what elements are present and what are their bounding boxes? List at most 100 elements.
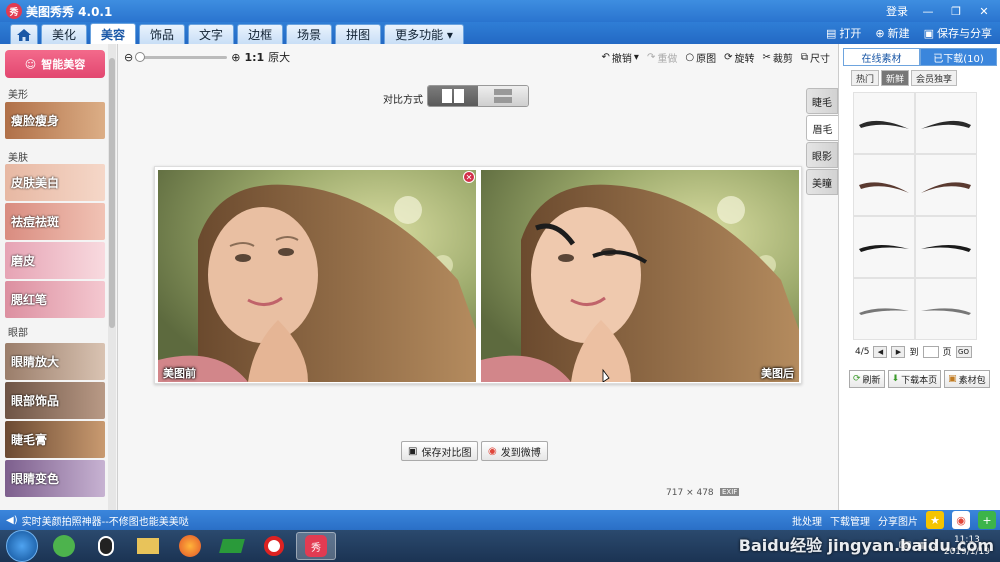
tab-collage[interactable]: 拼图 [335, 24, 382, 44]
left-scrollbar-thumb[interactable] [109, 58, 115, 328]
close-button[interactable]: ✕ [976, 5, 992, 18]
taskbar-recorder-icon[interactable] [254, 532, 294, 560]
redo-icon: ↷ [646, 51, 656, 63]
download-manager-button[interactable]: 下载管理 [830, 513, 870, 528]
material-actions: ⟳ 刷新 ⬇ 下载本页 ▣ 素材包 [849, 370, 990, 388]
share-image-button[interactable]: 分享图片 [878, 513, 918, 528]
zoom-slider[interactable] [135, 51, 228, 62]
subtab-members[interactable]: 会员独享 [911, 70, 958, 86]
new-button[interactable]: ⊕ 新建 [875, 25, 909, 41]
original-size-button[interactable]: 原大 [268, 49, 290, 65]
taskbar-qq-icon[interactable] [86, 532, 126, 560]
tab-more[interactable]: 更多功能 ▾ [384, 24, 464, 44]
login-link[interactable]: 登录 [886, 3, 908, 19]
smart-beauty-button[interactable]: ☺ 智能美容 [5, 50, 105, 78]
tab-border[interactable]: 边框 [237, 24, 284, 44]
section-label-shape: 美形 [8, 90, 28, 101]
tab-beautify[interactable]: 美化 [41, 24, 88, 44]
eyebrow-item[interactable] [853, 278, 915, 340]
eyebrow-item[interactable] [915, 154, 977, 216]
tab-online-materials[interactable]: 在线素材 [843, 48, 920, 66]
tab-decorations[interactable]: 饰品 [139, 24, 186, 44]
close-compare-icon[interactable]: ✕ [463, 171, 475, 183]
status-tip[interactable]: 实时美颜拍照神器--不修图也能美美哒 [22, 513, 189, 528]
compare-side-by-side-button[interactable] [428, 86, 478, 106]
feature-skin-whiten[interactable]: 皮肤美白 [5, 164, 105, 201]
side-tab-eyelash[interactable]: 睫毛 [806, 88, 838, 114]
original-button[interactable]: ○ 原图 [685, 50, 716, 65]
weibo-icon[interactable]: ◉ [952, 511, 970, 529]
side-tab-eyeshadow[interactable]: 眼影 [806, 142, 838, 168]
subtab-hot[interactable]: 热门 [851, 70, 880, 86]
split-vertical-icon [442, 89, 464, 103]
batch-process-button[interactable]: 批处理 [792, 513, 822, 528]
eyebrow-item[interactable] [853, 216, 915, 278]
tab-text[interactable]: 文字 [188, 24, 235, 44]
feature-blush[interactable]: 腮红笔 [5, 281, 105, 318]
zoom-in-icon[interactable]: ⊕ [231, 51, 240, 64]
zoom-out-icon[interactable]: ⊖ [124, 51, 133, 64]
before-label: 美图前 [163, 367, 196, 380]
eyebrow-shape-icon [859, 245, 909, 252]
tab-home[interactable] [10, 24, 38, 44]
eyebrow-item[interactable] [853, 154, 915, 216]
feature-eye-color[interactable]: 眼睛变色 [5, 460, 105, 497]
post-weibo-button[interactable]: ◉ 发到微博 [481, 441, 548, 461]
next-page-button[interactable]: ▶ [891, 345, 906, 358]
eyebrow-shape-icon [921, 308, 971, 315]
star-icon[interactable]: ★ [926, 511, 944, 529]
feature-mascara[interactable]: 睫毛膏 [5, 421, 105, 458]
side-tab-eyebrow[interactable]: 眉毛 [806, 115, 838, 141]
tab-scene[interactable]: 场景 [286, 24, 333, 44]
undo-button[interactable]: ↶ 撤销 ▾ [602, 50, 639, 65]
rotate-button[interactable]: ⟳ 旋转 [724, 50, 754, 65]
taskbar-folder-icon[interactable] [128, 532, 168, 560]
save-compare-button[interactable]: ▣ 保存对比图 [401, 441, 479, 461]
prev-page-button[interactable]: ◀ [873, 345, 888, 358]
taskbar-media-icon[interactable] [212, 532, 252, 560]
compare-photo-frame: 美图前 ✕ 美图后 [154, 166, 802, 384]
after-photo: 美图后 [481, 170, 799, 382]
package-icon: ▣ [948, 374, 957, 384]
save-share-button[interactable]: ▣ 保存与分享 [924, 25, 992, 41]
refresh-button[interactable]: ⟳ 刷新 [849, 370, 885, 388]
canvas-toolbar: ⊖ ⊕ 1:1 原大 ↶ 撤销 ▾ ↷ 重做 ○ 原图 ⟳ 旋转 ✂ 裁剪 ⧉ 尺寸 [118, 44, 838, 70]
taskbar-meitu-icon[interactable]: 秀 [296, 532, 336, 560]
tab-beauty[interactable]: 美容 [90, 23, 137, 44]
eyebrow-shape-icon [921, 245, 971, 252]
taskbar-firefox-icon[interactable] [170, 532, 210, 560]
minimize-button[interactable]: — [920, 5, 936, 18]
go-button[interactable]: GO [955, 345, 972, 358]
download-icon: ⬇ [891, 374, 900, 384]
page-number-input[interactable] [922, 345, 939, 358]
tab-downloaded[interactable]: 已下载(10) [920, 48, 997, 66]
eyebrow-item[interactable] [915, 216, 977, 278]
feature-eye-enlarge[interactable]: 眼睛放大 [5, 343, 105, 380]
feature-eye-accessory[interactable]: 眼部饰品 [5, 382, 105, 419]
taskbar-360-icon[interactable] [44, 532, 84, 560]
compare-stacked-button[interactable] [478, 86, 528, 106]
add-icon[interactable]: + [978, 511, 996, 529]
section-label-eyes: 眼部 [8, 328, 28, 339]
feature-slim-face[interactable]: 瘦脸瘦身 [5, 102, 105, 139]
material-pack-button[interactable]: ▣ 素材包 [944, 370, 990, 388]
eyebrow-item[interactable] [853, 92, 915, 154]
restore-button[interactable]: ❐ [948, 5, 964, 18]
eyebrow-item[interactable] [915, 92, 977, 154]
subtab-fresh[interactable]: 新鲜 [881, 70, 910, 86]
feature-smooth-skin[interactable]: 磨皮 [5, 242, 105, 279]
crop-button[interactable]: ✂ 裁剪 [762, 50, 792, 65]
material-pager: 4/5 ◀ ▶ 到 页 GO [855, 345, 972, 358]
speaker-icon: ◀) [6, 514, 18, 526]
redo-button[interactable]: ↷ 重做 [647, 50, 677, 65]
download-page-button[interactable]: ⬇ 下载本页 [887, 370, 942, 388]
exif-button[interactable]: EXIF [720, 488, 740, 496]
eyebrow-item[interactable] [915, 278, 977, 340]
zoom-slider-knob[interactable] [135, 51, 146, 62]
side-tab-contact-lens[interactable]: 美瞳 [806, 169, 838, 195]
eyebrow-material-grid [853, 92, 977, 340]
start-button[interactable] [6, 530, 38, 562]
feature-acne-removal[interactable]: 祛痘祛斑 [5, 203, 105, 240]
circle-icon: ○ [685, 51, 695, 63]
open-button[interactable]: ▤ 打开 [826, 25, 861, 41]
